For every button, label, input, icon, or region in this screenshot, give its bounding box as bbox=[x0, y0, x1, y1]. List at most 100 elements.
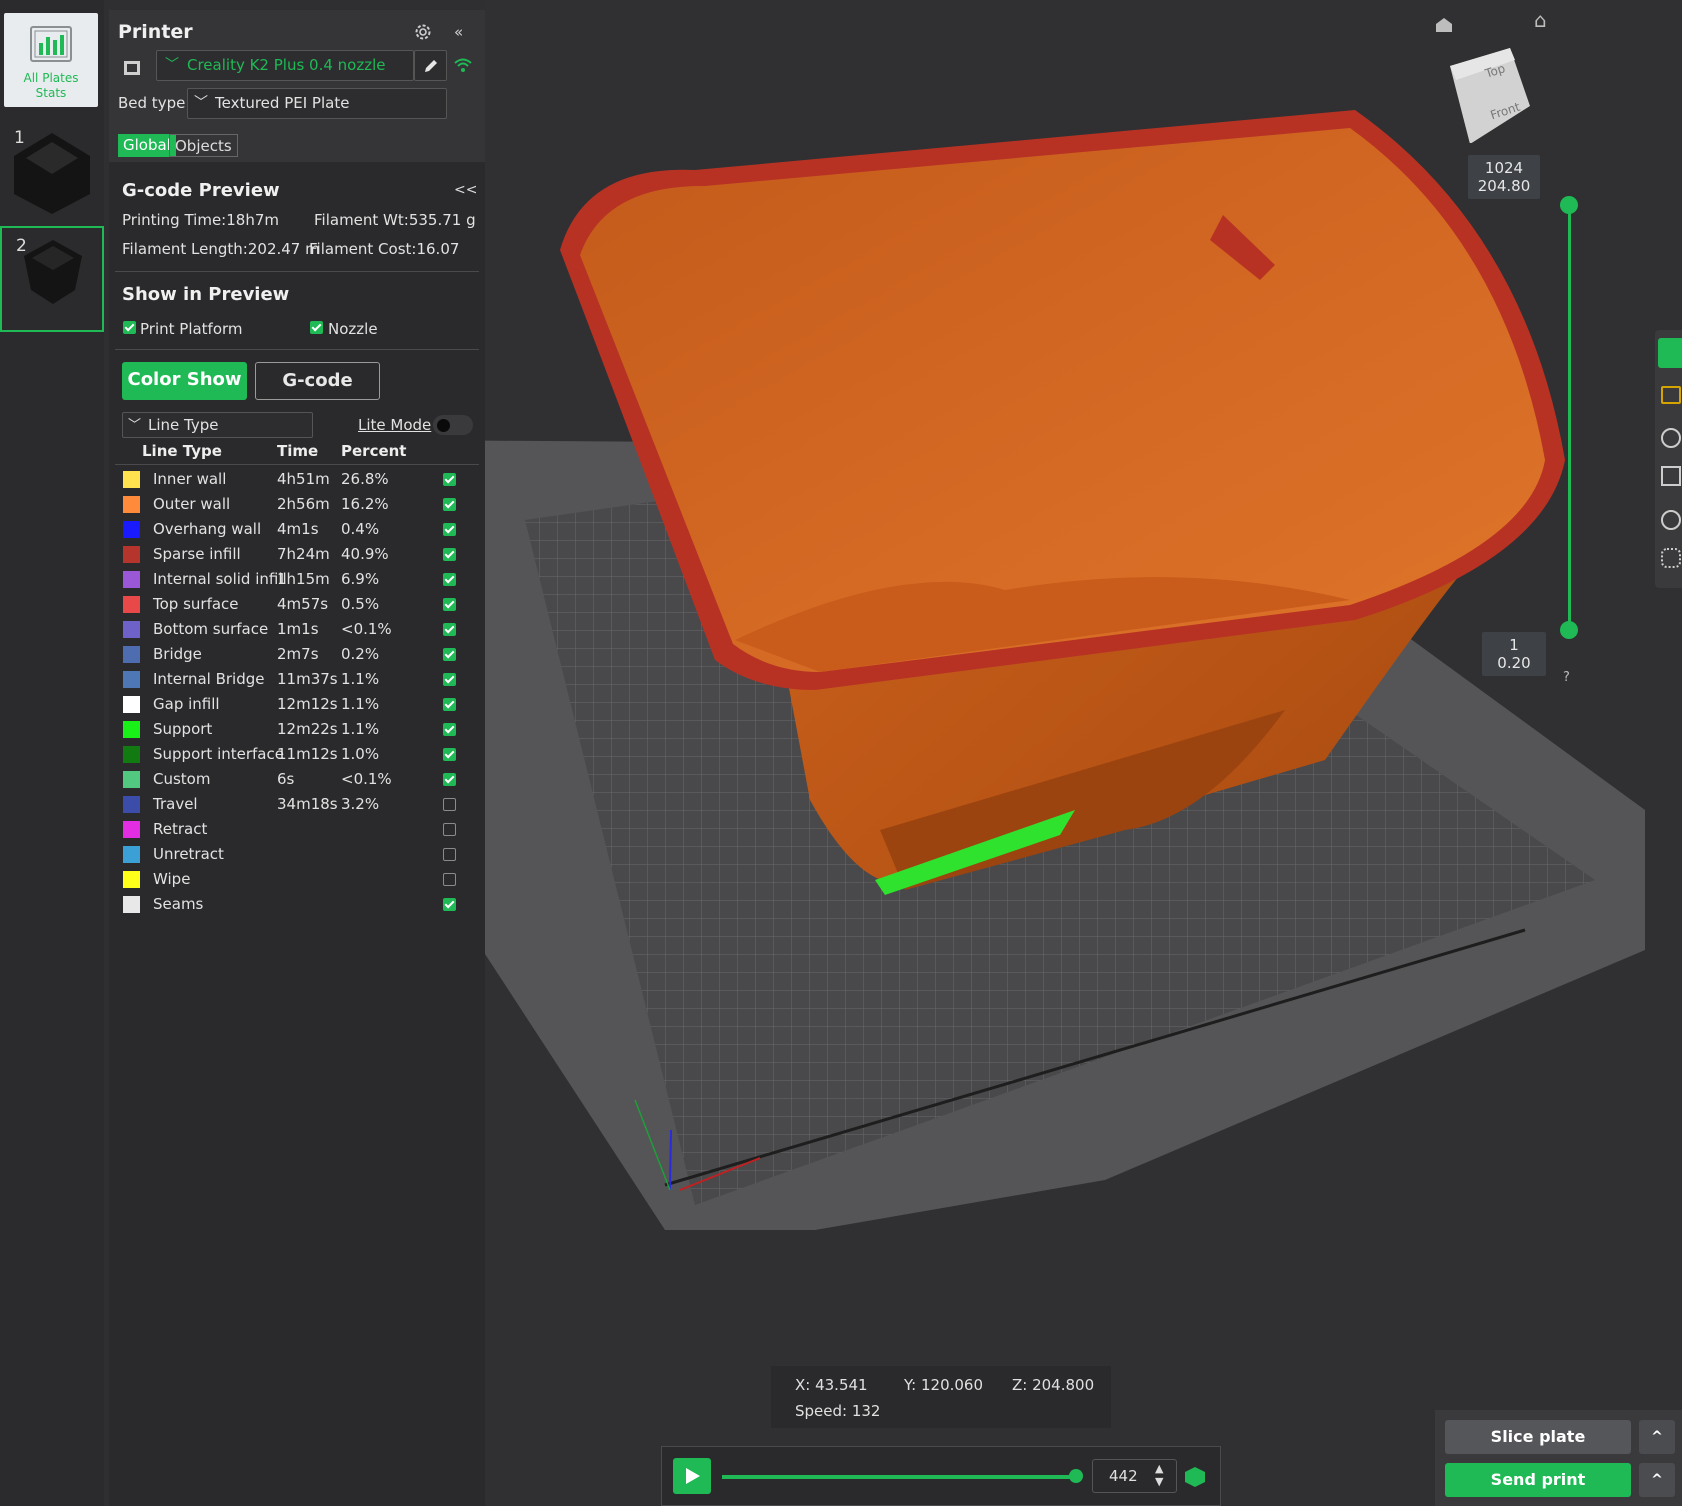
settings-icon[interactable] bbox=[1661, 510, 1681, 530]
legend-row[interactable]: Sparse infill 7h24m 40.9% bbox=[115, 542, 479, 567]
color-swatch bbox=[123, 471, 140, 488]
visibility-checkbox[interactable] bbox=[443, 523, 456, 536]
printer-select[interactable]: ﹀ Creality K2 Plus 0.4 nozzle bbox=[156, 50, 414, 81]
legend-row[interactable]: Inner wall 4h51m 26.8% bbox=[115, 467, 479, 492]
3d-viewport[interactable]: ⌂ Top Front 1024 204.80 1 0.20 ? X: 43.5… bbox=[485, 0, 1682, 1506]
help-icon[interactable]: ? bbox=[1563, 670, 1570, 685]
tab-global[interactable]: Global bbox=[118, 134, 176, 157]
visibility-checkbox[interactable] bbox=[443, 673, 456, 686]
legend-row[interactable]: Top surface 4m57s 0.5% bbox=[115, 592, 479, 617]
visibility-checkbox[interactable] bbox=[443, 648, 456, 661]
assembly-icon[interactable] bbox=[1661, 548, 1681, 568]
visibility-checkbox[interactable] bbox=[443, 873, 456, 886]
coordinates-panel: X: 43.541 Y: 120.060 Z: 204.800 Speed: 1… bbox=[771, 1366, 1111, 1428]
line-type-percent: 1.1% bbox=[341, 670, 380, 688]
move-slider-handle[interactable] bbox=[1069, 1469, 1084, 1483]
layer-stack-icon[interactable] bbox=[1183, 1465, 1207, 1489]
layer-slider-track[interactable] bbox=[1568, 204, 1571, 629]
printer-title: Printer bbox=[118, 21, 193, 43]
line-type-time: 2m7s bbox=[277, 645, 319, 663]
send-print-button[interactable]: Send print bbox=[1445, 1463, 1631, 1497]
line-type-time: 34m18s bbox=[277, 795, 338, 813]
collapse-button[interactable]: << bbox=[454, 182, 477, 198]
visibility-checkbox[interactable] bbox=[443, 798, 456, 811]
line-type-time: 12m12s bbox=[277, 695, 338, 713]
move-slider-track[interactable] bbox=[722, 1469, 1084, 1483]
layer-top-handle[interactable] bbox=[1560, 196, 1578, 214]
visibility-checkbox[interactable] bbox=[443, 473, 456, 486]
play-button[interactable] bbox=[673, 1458, 711, 1494]
visibility-checkbox[interactable] bbox=[443, 498, 456, 511]
pencil-icon bbox=[425, 60, 437, 72]
send-options-chevron-icon[interactable]: ^ bbox=[1639, 1463, 1675, 1497]
layers-icon[interactable] bbox=[1658, 338, 1682, 368]
visibility-checkbox[interactable] bbox=[443, 548, 456, 561]
move-value-field[interactable]: 442 ▲ ▼ bbox=[1092, 1459, 1177, 1493]
legend-row[interactable]: Travel 34m18s 3.2% bbox=[115, 792, 479, 817]
legend-row[interactable]: Seams bbox=[115, 892, 479, 917]
legend-row[interactable]: Wipe bbox=[115, 867, 479, 892]
legend-row[interactable]: Bottom surface 1m1s <0.1% bbox=[115, 617, 479, 642]
gcode-viewer-icon[interactable] bbox=[1661, 386, 1681, 404]
legend-row[interactable]: Internal Bridge 11m37s 1.1% bbox=[115, 667, 479, 692]
collapse-icon[interactable]: « bbox=[454, 23, 463, 41]
line-type-percent: 1.0% bbox=[341, 745, 380, 763]
legend-row[interactable]: Support interface 11m12s 1.0% bbox=[115, 742, 479, 767]
legend-row[interactable]: Gap infill 12m12s 1.1% bbox=[115, 692, 479, 717]
legend-row[interactable]: Custom 6s <0.1% bbox=[115, 767, 479, 792]
line-type-name: Bottom surface bbox=[153, 620, 269, 638]
visibility-checkbox[interactable] bbox=[443, 823, 456, 836]
nozzle-checkbox[interactable] bbox=[310, 321, 323, 334]
line-type-percent: 3.2% bbox=[341, 795, 380, 813]
visibility-checkbox[interactable] bbox=[443, 573, 456, 586]
visibility-checkbox[interactable] bbox=[443, 623, 456, 636]
legend-row[interactable]: Unretract bbox=[115, 842, 479, 867]
slice-options-chevron-icon[interactable]: ^ bbox=[1639, 1420, 1675, 1454]
legend-row[interactable]: Internal solid infill 1h15m 6.9% bbox=[115, 567, 479, 592]
stepper-icon[interactable]: ▲ ▼ bbox=[1155, 1462, 1163, 1488]
printing-time: Printing Time:18h7m bbox=[122, 211, 279, 229]
home-icon[interactable]: ⌂ bbox=[1534, 8, 1547, 32]
filament-cost: Filament Cost:16.07 bbox=[309, 240, 460, 258]
print-platform-checkbox[interactable] bbox=[123, 321, 136, 334]
visibility-checkbox[interactable] bbox=[443, 773, 456, 786]
visibility-checkbox[interactable] bbox=[443, 598, 456, 611]
lite-mode-label: Lite Mode bbox=[358, 416, 432, 434]
divider bbox=[115, 271, 479, 272]
slice-plate-button[interactable]: Slice plate bbox=[1445, 1420, 1631, 1454]
layer-top-height: 204.80 bbox=[1477, 177, 1531, 195]
gcode-button[interactable]: G-code bbox=[255, 362, 380, 400]
visibility-checkbox[interactable] bbox=[443, 698, 456, 711]
wifi-icon[interactable] bbox=[453, 56, 473, 74]
view-type-select[interactable]: ﹀ Line Type bbox=[122, 412, 313, 438]
line-type-time: 11m12s bbox=[277, 745, 338, 763]
layer-bottom-handle[interactable] bbox=[1560, 621, 1578, 639]
gear-icon[interactable] bbox=[413, 22, 433, 42]
layer-bottom-height: 0.20 bbox=[1497, 654, 1531, 672]
legend-row[interactable]: Support 12m22s 1.1% bbox=[115, 717, 479, 742]
line-type-percent: 16.2% bbox=[341, 495, 389, 513]
visibility-checkbox[interactable] bbox=[443, 748, 456, 761]
all-plates-stats-button[interactable]: All Plates Stats bbox=[4, 13, 98, 107]
column-header: Time bbox=[277, 442, 319, 460]
line-type-percent: <0.1% bbox=[341, 620, 392, 638]
color-show-button[interactable]: Color Show bbox=[122, 362, 247, 400]
plate-thumbnail-1[interactable]: 1 bbox=[0, 120, 104, 224]
legend-row[interactable]: Bridge 2m7s 0.2% bbox=[115, 642, 479, 667]
visibility-checkbox[interactable] bbox=[443, 848, 456, 861]
color-swatch bbox=[123, 796, 140, 813]
bed-type-select[interactable]: ﹀ Textured PEI Plate bbox=[187, 88, 447, 119]
speed-icon[interactable] bbox=[1661, 428, 1681, 448]
visibility-checkbox[interactable] bbox=[443, 898, 456, 911]
lite-mode-toggle[interactable] bbox=[433, 415, 473, 435]
edit-printer-button[interactable] bbox=[414, 50, 447, 81]
line-type-percent: 26.8% bbox=[341, 470, 389, 488]
visibility-checkbox[interactable] bbox=[443, 723, 456, 736]
tab-objects[interactable]: Objects bbox=[169, 134, 238, 157]
shape-icon[interactable] bbox=[1661, 466, 1681, 486]
plate-thumbnail-2[interactable]: 2 bbox=[0, 226, 104, 332]
legend-row[interactable]: Overhang wall 4m1s 0.4% bbox=[115, 517, 479, 542]
legend-row[interactable]: Outer wall 2h56m 16.2% bbox=[115, 492, 479, 517]
legend-row[interactable]: Retract bbox=[115, 817, 479, 842]
filament-length: Filament Length:202.47 m bbox=[122, 240, 320, 258]
